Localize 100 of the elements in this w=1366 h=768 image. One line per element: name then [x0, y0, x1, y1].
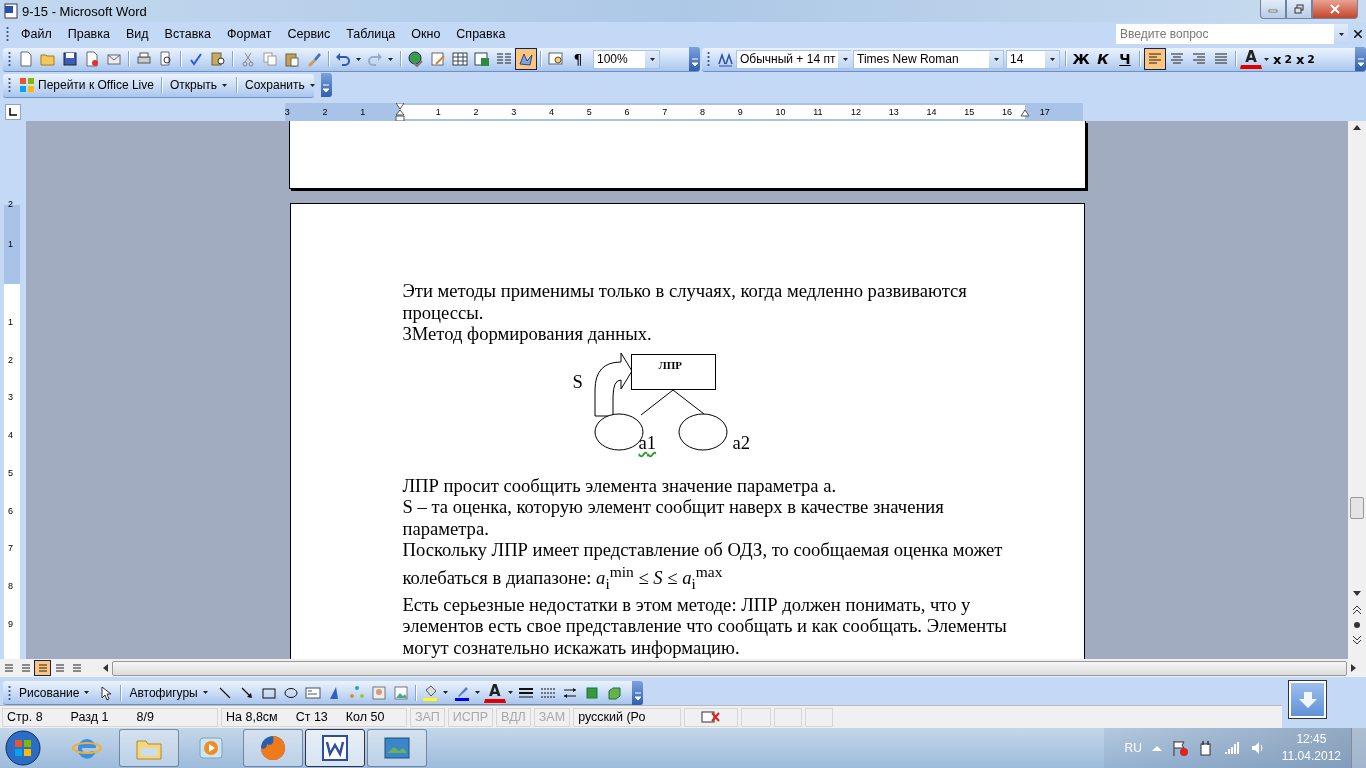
caret-icon	[388, 57, 393, 61]
menu-item[interactable]: Справка	[448, 27, 514, 41]
font-color-button[interactable]: A	[1240, 49, 1262, 69]
curved-arrow	[594, 352, 632, 416]
menu-item[interactable]: Вставка	[156, 27, 220, 41]
bold-button[interactable]: Ж	[1070, 48, 1092, 70]
styles-icon	[717, 51, 733, 67]
toolbar-grip[interactable]	[6, 26, 9, 42]
node-label: a1	[638, 432, 657, 453]
zoom-combo[interactable]: 100%	[593, 49, 660, 69]
vertical-scrollbar[interactable]	[1348, 121, 1366, 659]
ruler-number: 9	[8, 617, 13, 630]
caret-icon	[1264, 57, 1269, 61]
indent-marker-icon[interactable]	[395, 103, 405, 121]
font-combo[interactable]: Times New Roman	[853, 49, 1004, 69]
help-search-field[interactable]: Введите вопрос	[1116, 24, 1334, 44]
status-language[interactable]: русский (Ро	[573, 707, 682, 727]
ruler-number: 5	[8, 466, 13, 479]
ruler-number: 2	[8, 353, 13, 366]
previous-page-icon[interactable]	[1352, 605, 1362, 615]
taskbar-app-button[interactable]	[305, 729, 365, 767]
connector-line	[672, 389, 704, 414]
menu-item[interactable]: Правка	[59, 27, 118, 41]
download-arrow-button[interactable]	[1289, 681, 1326, 718]
caret-icon	[84, 691, 90, 694]
menu-item[interactable]: Окно	[403, 27, 449, 41]
columns-icon	[496, 51, 512, 67]
toolbar-grip[interactable]	[8, 684, 11, 701]
print-view-button[interactable]	[34, 660, 51, 676]
menu-item[interactable]: Таблица	[338, 27, 404, 41]
toolbar-grip[interactable]	[707, 51, 710, 67]
menu-button[interactable]: Сохранить	[241, 74, 321, 96]
caret-icon	[993, 57, 999, 61]
italic-button[interactable]: К	[1092, 48, 1114, 70]
caret-icon	[442, 691, 448, 694]
firefox-icon	[258, 733, 288, 763]
caret-icon	[356, 57, 361, 61]
undo-icon	[335, 51, 351, 67]
drawing-menu-button[interactable]: Рисование	[15, 681, 96, 704]
paragraph: Есть серьезные недостатки в этом методе: ЛПР должен понимать, что у элементов есть свое представление что сообщать и как сообщать. Элементы могут сознательно искажать информацию.	[402, 593, 1008, 659]
ruler-number: 6	[624, 106, 630, 118]
clock-date: 11.04.2012	[1281, 748, 1341, 765]
menu-item[interactable]: Файл	[13, 27, 60, 41]
word-document-icon	[4, 3, 18, 19]
ruler-number: 1	[435, 106, 441, 118]
drawing-button[interactable]	[515, 48, 537, 70]
ruler-number: 1	[8, 238, 13, 250]
close-button[interactable]	[1312, 0, 1358, 19]
align-left-button[interactable]	[1144, 48, 1166, 70]
toolbar-options-button[interactable]	[320, 73, 332, 97]
menu-button[interactable]: Открыть	[165, 74, 234, 96]
down-arrow-icon	[1297, 691, 1318, 708]
menu-item[interactable]: Вид	[117, 27, 157, 41]
indent-marker-icon[interactable]	[1020, 110, 1030, 118]
paragraph: Эти методы применимы только в случаях, когда медленно развиваются процессы.	[402, 280, 968, 323]
box-label: ЛПР	[658, 358, 682, 372]
close-icon[interactable]	[1354, 30, 1362, 38]
lines-icon	[54, 663, 65, 673]
tab-stop-button[interactable]	[5, 104, 21, 120]
ruler-number: 15	[964, 106, 975, 118]
scroll-thumb[interactable]	[1350, 497, 1364, 519]
scroll-left-icon[interactable]	[103, 664, 108, 672]
menu-item[interactable]: Сервис	[279, 27, 339, 41]
toolbar-options-button[interactable]	[1355, 47, 1366, 71]
style-combo[interactable]: Обычный + 14 пт	[736, 49, 851, 69]
globe-icon	[408, 51, 424, 67]
office-live-link[interactable]: Перейти к Office Live	[15, 74, 158, 96]
ruler-number: 1	[8, 315, 13, 328]
scroll-up-icon[interactable]	[1353, 125, 1361, 130]
minimize-button[interactable]	[1260, 0, 1286, 19]
power-plug-icon[interactable]	[1197, 740, 1214, 756]
caret-icon	[649, 57, 655, 61]
save-icon	[62, 51, 78, 67]
menu-item[interactable]: Формат	[219, 27, 280, 41]
align-center-icon	[1169, 51, 1185, 67]
caret-icon	[507, 691, 513, 694]
toolbar-options-button[interactable]	[632, 680, 643, 705]
chevron-icon	[1357, 57, 1364, 67]
toolbar-grip[interactable]	[8, 51, 11, 67]
next-page-icon[interactable]	[1352, 635, 1362, 645]
font-size-combo[interactable]: 14	[1006, 49, 1060, 69]
show-marks-button[interactable]: ¶	[567, 48, 589, 70]
redo-icon	[367, 51, 383, 67]
status-text: Разд 1	[70, 710, 109, 724]
start-button[interactable]	[3, 728, 43, 768]
scroll-down-icon[interactable]	[1353, 591, 1361, 596]
flag-icon[interactable]	[1171, 740, 1188, 756]
autoshapes-menu-button[interactable]: Автофигуры	[125, 681, 214, 704]
copy-icon	[262, 51, 278, 67]
underline-button[interactable]: Ч	[1114, 48, 1136, 70]
restore-button[interactable]	[1286, 0, 1312, 19]
picture-icon	[392, 684, 409, 701]
ruler-number: 12	[851, 106, 861, 118]
status-field	[774, 707, 803, 727]
spelling-status-icon[interactable]	[701, 710, 722, 724]
browse-object-icon[interactable]	[1352, 620, 1362, 630]
textbox-icon	[304, 684, 321, 701]
scroll-right-icon[interactable]	[1351, 664, 1356, 672]
toolbar-grip[interactable]	[8, 77, 11, 93]
toolbar-options-button[interactable]	[689, 47, 700, 71]
